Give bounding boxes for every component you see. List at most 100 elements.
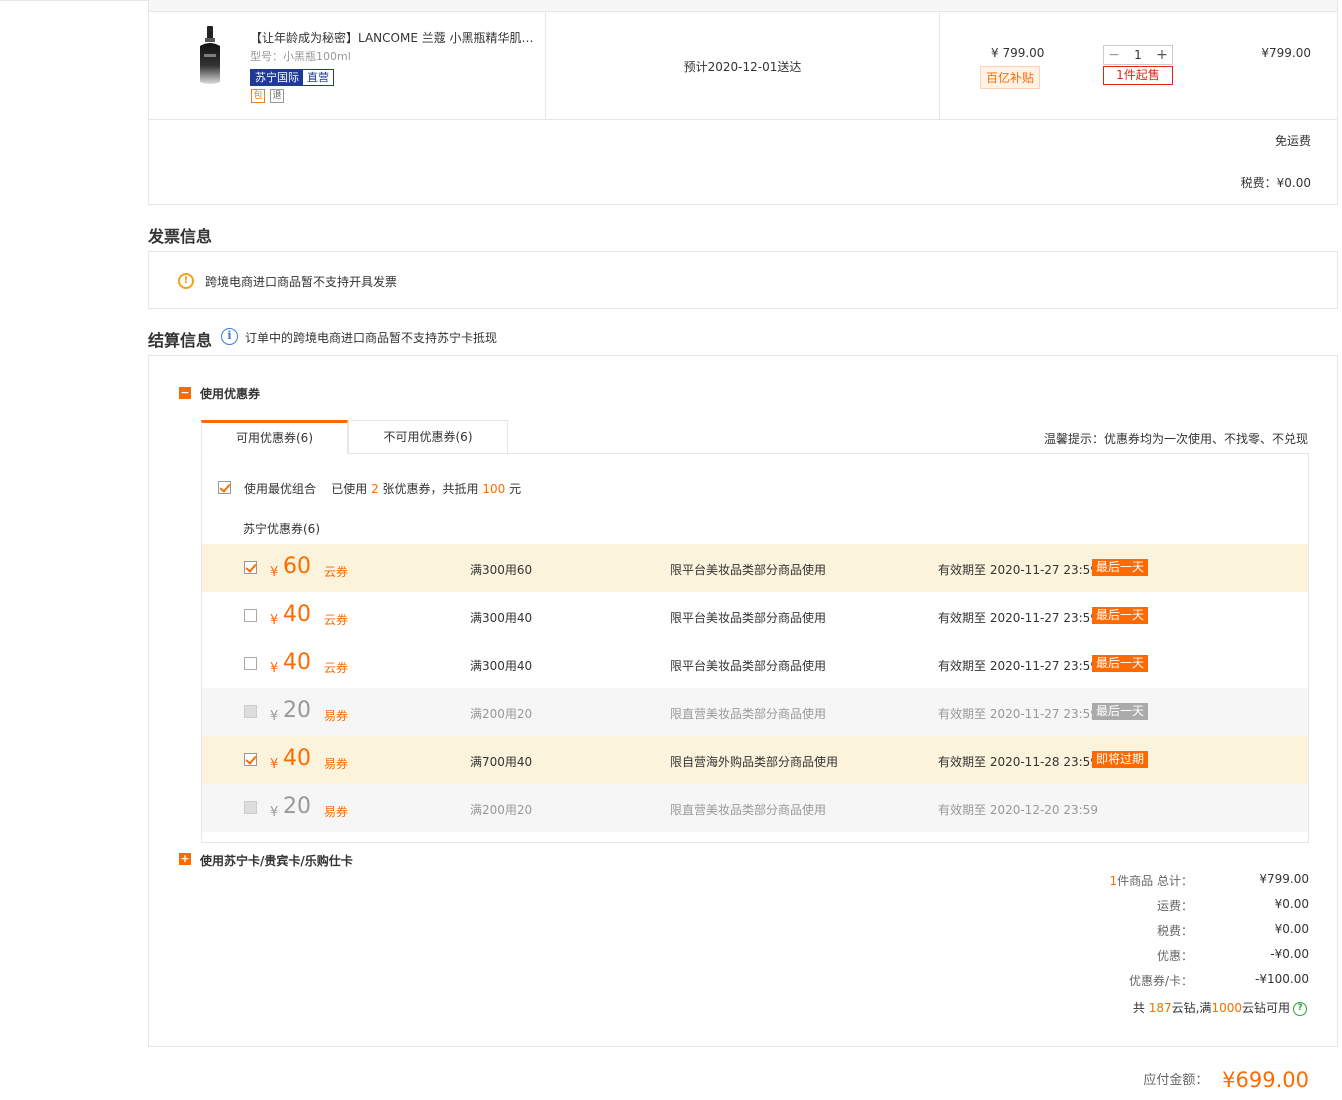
coupon-scope: 限直营美妆品类部分商品使用 xyxy=(670,707,827,721)
coupon-type: 易券 xyxy=(324,805,349,819)
best-count: 2 xyxy=(371,482,379,496)
tax-label: 税费：¥0.00 xyxy=(1240,176,1311,190)
summary-items-label: 1件商品 总计： xyxy=(1110,872,1193,889)
summary-discount-label: 优惠： xyxy=(1156,949,1193,963)
expand-card-icon[interactable]: + xyxy=(179,853,191,865)
coupon-condition: 满700用40 xyxy=(470,755,533,769)
diamond-mid: 云钻,满 xyxy=(1171,1001,1212,1015)
coupon-badge: 最后一天 xyxy=(1092,655,1149,672)
summary-items-total: ¥799.00 xyxy=(1259,872,1309,886)
qty-plus-button[interactable]: + xyxy=(1152,46,1172,64)
coupon-currency: ¥ xyxy=(270,757,279,772)
coupon-row-disabled: ¥ 20 易券 满200用20 限直营美妆品类部分商品使用 有效期至 2020-… xyxy=(202,784,1308,832)
use-card-toggle[interactable]: 使用苏宁卡/贵宾卡/乐购仕卡 xyxy=(200,852,353,869)
help-icon[interactable]: ? xyxy=(1293,1001,1307,1016)
best-suffix: 元 xyxy=(505,482,522,496)
coupon-amount: 20 xyxy=(283,698,311,723)
best-combination-label: 使用最优组合 已使用 2 张优惠券，共抵用 100 元 xyxy=(244,480,521,497)
coupon-expiry: 有效期至 2020-11-27 23:59 xyxy=(938,659,1098,673)
coupon-expiry: 有效期至 2020-12-20 23:59 xyxy=(938,803,1098,817)
coupon-amount: 60 xyxy=(283,554,311,579)
unit-price: ¥ 799.00 xyxy=(991,46,1045,60)
coupon-currency: ¥ xyxy=(270,661,279,676)
tab-unavailable-coupons[interactable]: 不可用优惠券(6) xyxy=(348,420,508,454)
subsidy-badge: 百亿补贴 xyxy=(980,66,1041,89)
coupon-scope: 限平台美妆品类部分商品使用 xyxy=(670,611,827,625)
coupon-tips: 温馨提示：优惠券均为一次使用、不找零、不兑现 xyxy=(1043,432,1308,446)
coupon-type: 易券 xyxy=(324,757,349,771)
coupon-row[interactable]: ¥ 40 易券 满700用40 限自营海外购品类部分商品使用 有效期至 2020… xyxy=(202,736,1308,784)
coupon-condition: 满200用20 xyxy=(470,803,533,817)
coupon-checkbox-disabled xyxy=(244,801,257,814)
product-row: 【让年龄成为秘密】LANCOME 兰蔻 小黑瓶精华肌底液 100ml 型号：小黑… xyxy=(149,12,1337,120)
best-prefix: 使用最优组合 已使用 xyxy=(244,482,372,496)
top-divider xyxy=(0,0,148,1)
coupon-scope: 限自营海外购品类部分商品使用 xyxy=(670,755,839,769)
return-icon: 退 xyxy=(270,89,284,103)
coupon-condition: 满300用60 xyxy=(470,563,533,577)
invoice-section: ! 跨境电商进口商品暂不支持开具发票 xyxy=(148,251,1338,309)
coupon-scope: 限平台美妆品类部分商品使用 xyxy=(670,659,827,673)
coupon-type: 云券 xyxy=(324,613,349,627)
diamond-prefix: 共 xyxy=(1132,1001,1149,1015)
tax-included-icon: 包 xyxy=(251,89,265,103)
summary-shipping-label: 运费： xyxy=(1156,899,1193,913)
coupon-currency: ¥ xyxy=(270,805,279,820)
tag-international: 苏宁国际 xyxy=(251,70,303,85)
qty-value[interactable]: 1 xyxy=(1124,46,1152,64)
summary-items-text: 件商品 总计： xyxy=(1117,874,1193,888)
diamond-suffix: 云钻可用 xyxy=(1241,1001,1290,1015)
free-shipping-label: 免运费 xyxy=(1274,134,1311,148)
coupon-row[interactable]: ¥ 40 云券 满300用40 限平台美妆品类部分商品使用 有效期至 2020-… xyxy=(202,592,1308,640)
coupon-expiry: 有效期至 2020-11-27 23:59 xyxy=(938,707,1098,721)
quantity-stepper: − 1 + xyxy=(1103,45,1173,65)
settlement-section: − 使用优惠券 可用优惠券(6) 不可用优惠券(6) 温馨提示：优惠券均为一次使… xyxy=(148,355,1338,1047)
coupon-row[interactable]: ¥ 60 云券 满300用60 限平台美妆品类部分商品使用 有效期至 2020-… xyxy=(202,544,1308,592)
invoice-title: 发票信息 xyxy=(148,227,213,246)
coupon-type: 云券 xyxy=(324,565,349,579)
coupon-currency: ¥ xyxy=(270,565,279,580)
qty-minus-button[interactable]: − xyxy=(1104,46,1124,64)
product-model: 型号：小黑瓶100ml xyxy=(250,50,351,63)
summary-discount-value: -¥0.00 xyxy=(1270,947,1309,961)
payable-label: 应付金额： xyxy=(1143,1073,1209,1088)
coupon-expiry: 有效期至 2020-11-28 23:59 xyxy=(938,755,1098,769)
collapse-coupon-icon[interactable]: − xyxy=(179,387,191,399)
product-name[interactable]: 【让年龄成为秘密】LANCOME 兰蔻 小黑瓶精华肌底液 100ml xyxy=(250,29,540,46)
coupon-currency: ¥ xyxy=(270,613,279,628)
payable-amount: 应付金额： ¥699.00 xyxy=(1143,1068,1309,1092)
coupon-currency: ¥ xyxy=(270,709,279,724)
summary-tax-label: 税费： xyxy=(1156,924,1193,938)
tab-available-coupons[interactable]: 可用优惠券(6) xyxy=(201,420,348,454)
coupon-badge: 最后一天 xyxy=(1092,559,1149,576)
coupon-condition: 满300用40 xyxy=(470,611,533,625)
coupon-amount: 40 xyxy=(283,602,311,627)
coupon-group-label: 苏宁优惠券(6) xyxy=(243,522,320,536)
summary-tax-value: ¥0.00 xyxy=(1274,922,1309,936)
use-coupon-toggle[interactable]: 使用优惠券 xyxy=(200,385,260,402)
coupon-checkbox[interactable] xyxy=(244,609,257,622)
summary-coupon-label: 优惠券/卡： xyxy=(1128,974,1193,988)
coupon-amount: 40 xyxy=(283,746,311,771)
coupon-amount: 40 xyxy=(283,650,311,675)
coupon-panel: 使用最优组合 已使用 2 张优惠券，共抵用 100 元 苏宁优惠券(6) ¥ 6… xyxy=(201,453,1309,843)
coupon-row[interactable]: ¥ 40 云券 满300用40 限平台美妆品类部分商品使用 有效期至 2020-… xyxy=(202,640,1308,688)
coupon-expiry: 有效期至 2020-11-27 23:59 xyxy=(938,563,1098,577)
coupon-checkbox[interactable] xyxy=(244,753,257,766)
best-combination-checkbox[interactable] xyxy=(218,481,231,494)
product-section: 【让年龄成为秘密】LANCOME 兰蔻 小黑瓶精华肌底液 100ml 型号：小黑… xyxy=(148,0,1338,205)
product-image[interactable] xyxy=(189,24,231,88)
tag-direct: 直营 xyxy=(303,70,333,85)
product-info-cell: 【让年龄成为秘密】LANCOME 兰蔻 小黑瓶精华肌底液 100ml 型号：小黑… xyxy=(149,12,546,119)
cloud-diamond-info: 共 187云钻,满1000云钻可用? xyxy=(1133,999,1307,1016)
delivery-estimate: 预计2020-12-01送达 xyxy=(683,60,802,74)
product-table-header xyxy=(149,0,1337,12)
coupon-scope: 限平台美妆品类部分商品使用 xyxy=(670,563,827,577)
coupon-checkbox[interactable] xyxy=(244,561,257,574)
invoice-notice: 跨境电商进口商品暂不支持开具发票 xyxy=(205,275,398,289)
coupon-checkbox[interactable] xyxy=(244,657,257,670)
coupon-condition: 满200用20 xyxy=(470,707,533,721)
diamond-threshold: 1000 xyxy=(1211,1001,1242,1015)
summary-coupon-value: -¥100.00 xyxy=(1255,972,1309,986)
coupon-checkbox-disabled xyxy=(244,705,257,718)
